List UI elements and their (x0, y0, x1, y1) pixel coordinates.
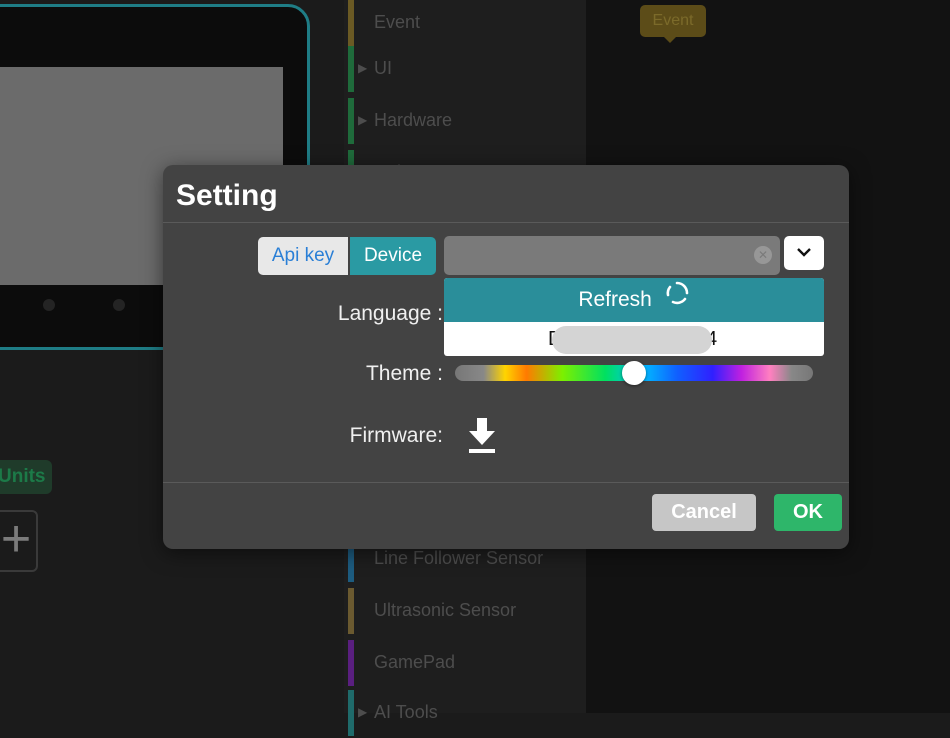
category-label: GamePad (374, 652, 456, 672)
divider (163, 222, 849, 223)
category-label: AI Tools (374, 702, 438, 722)
category-color-bar (348, 98, 354, 144)
language-label: Language : (337, 302, 443, 325)
category-color-bar (348, 588, 354, 634)
category-item[interactable]: Event (344, 0, 586, 48)
chevron-down-icon (797, 248, 811, 257)
expand-arrow-icon: ▶ (358, 705, 368, 719)
category-label: Hardware (374, 110, 453, 130)
tab-api-key[interactable]: Api key (258, 237, 348, 275)
tab-device[interactable]: Device (350, 237, 436, 275)
cancel-button[interactable]: Cancel (652, 494, 756, 531)
category-color-bar (348, 640, 354, 686)
theme-slider-thumb[interactable] (622, 361, 646, 385)
category-label: Event (374, 12, 421, 32)
category-item[interactable]: ▶ Hardware (344, 98, 586, 146)
refresh-label: Refresh (578, 288, 652, 311)
theme-label: Theme : (365, 362, 443, 385)
category-label: Ultrasonic Sensor (374, 600, 517, 620)
clear-icon[interactable]: ✕ (754, 246, 772, 264)
device-select-input[interactable]: ✕ (444, 236, 780, 275)
dialog-title: Setting (176, 179, 278, 212)
settings-dialog: Setting Api key Device ✕ Refresh D 4 (163, 165, 849, 549)
dropdown-toggle-button[interactable] (784, 236, 824, 270)
download-icon[interactable] (467, 418, 497, 459)
device-dropdown-list: Refresh D 4 (444, 278, 824, 356)
category-color-bar (348, 690, 354, 736)
loading-spinner-icon (664, 278, 690, 322)
device-button-b (113, 299, 125, 311)
category-item[interactable]: GamePad (344, 640, 586, 688)
category-item[interactable]: ▶ AI Tools (344, 690, 586, 738)
event-block[interactable]: Event (640, 5, 706, 43)
add-unit-button[interactable]: + (0, 510, 38, 572)
category-label: UI (374, 58, 392, 78)
firmware-label: Firmware: (349, 424, 443, 447)
units-tab[interactable]: Units (0, 460, 52, 494)
refresh-option[interactable]: Refresh (444, 278, 824, 322)
expand-arrow-icon: ▶ (358, 61, 368, 75)
redacted-device-name (552, 326, 712, 354)
category-item[interactable]: Ultrasonic Sensor (344, 588, 586, 636)
ok-button[interactable]: OK (774, 494, 842, 531)
expand-arrow-icon: ▶ (358, 113, 368, 127)
category-label: Line Follower Sensor (374, 548, 544, 568)
category-color-bar (348, 46, 354, 92)
divider (163, 482, 849, 483)
device-option[interactable]: D 4 (444, 322, 824, 356)
category-color-bar (348, 0, 354, 46)
category-item[interactable]: ▶ UI (344, 46, 586, 94)
device-button-a (43, 299, 55, 311)
